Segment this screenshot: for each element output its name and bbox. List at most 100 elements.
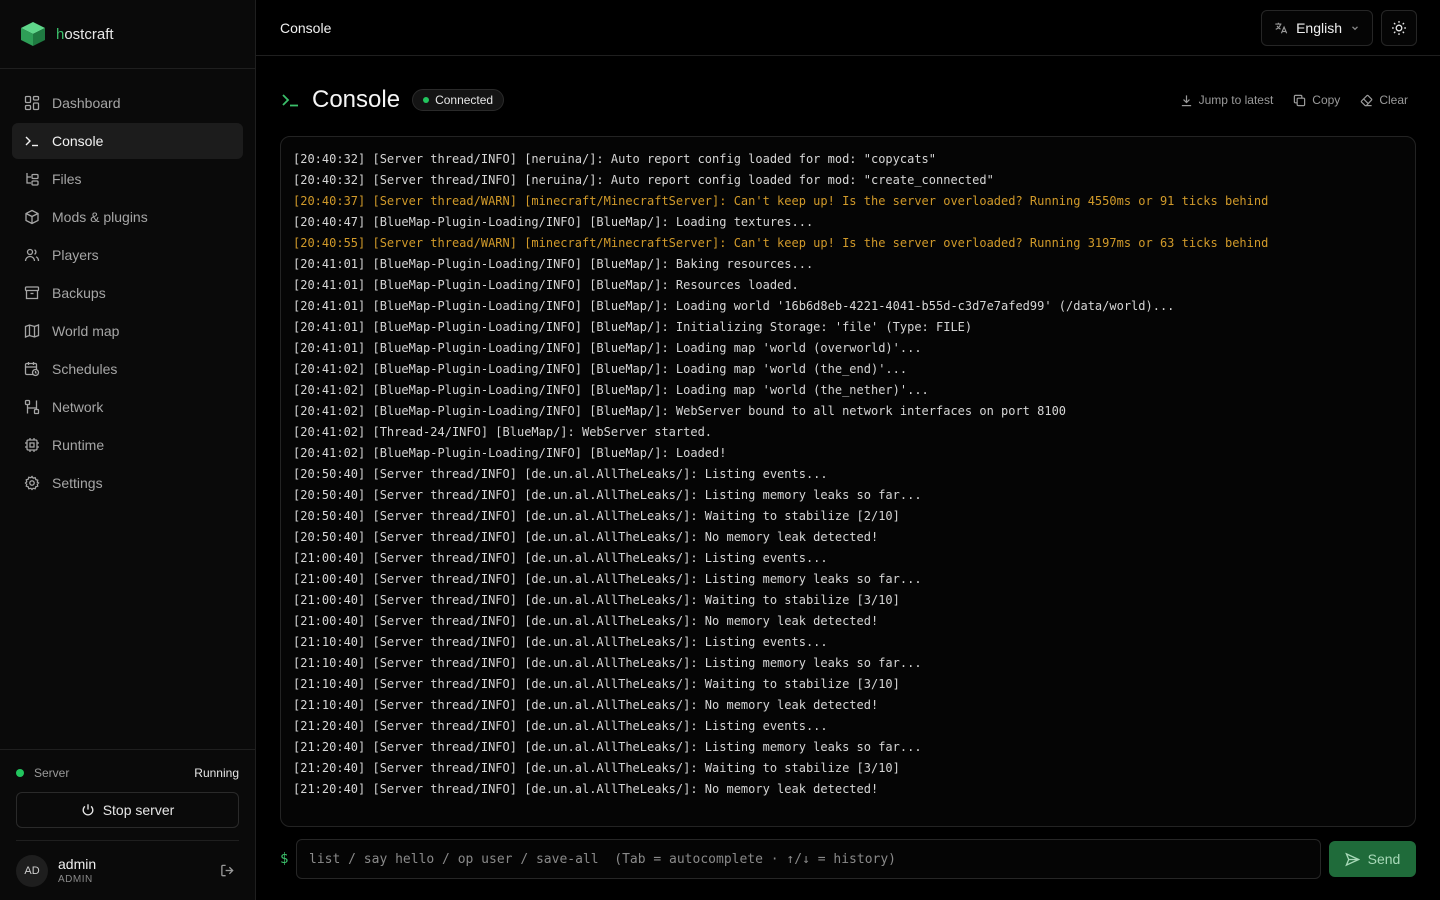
sidebar-item-label: Files [52,171,82,187]
sidebar-item-label: World map [52,323,120,339]
copy-button[interactable]: Copy [1293,93,1340,107]
sidebar-item-players[interactable]: Players [12,237,243,273]
breadcrumb: Console [280,19,332,36]
copy-icon [1294,94,1306,106]
sidebar-nav: Dashboard Console Files Mods & plugins P… [0,69,255,749]
main-area: Console English Console Connected Jump t… [256,0,1440,900]
package-icon [25,209,39,225]
map-icon [24,324,40,338]
stop-server-button[interactable]: Stop server [16,792,239,828]
eraser-icon [1361,94,1373,106]
console-log[interactable]: [20:40:32] [Server thread/INFO] [neruina… [280,136,1416,827]
terminal-icon [25,136,38,147]
log-line: [20:50:40] [Server thread/INFO] [de.un.a… [293,488,922,502]
sidebar-item-label: Backups [52,285,106,301]
user-name: admin [58,856,97,872]
log-line: [21:20:40] [Server thread/INFO] [de.un.a… [293,740,922,754]
log-line: [20:50:40] [Server thread/INFO] [de.un.a… [293,467,828,481]
archive-icon [24,286,40,300]
log-line: [20:50:40] [Server thread/INFO] [de.un.a… [293,530,879,544]
log-line: [20:50:40] [Server thread/INFO] [de.un.a… [293,509,900,523]
command-input[interactable] [296,839,1321,879]
log-line: [20:41:01] [BlueMap-Plugin-Loading/INFO]… [293,278,799,292]
sidebar-item-files[interactable]: Files [12,161,243,197]
status-badge: Connected [412,89,505,111]
calendar-clock-icon [24,362,40,377]
logout-button[interactable] [215,859,239,883]
sidebar-item-label: Mods & plugins [52,209,148,225]
log-line: [20:41:01] [BlueMap-Plugin-Loading/INFO]… [293,320,973,334]
sidebar-item-label: Schedules [52,361,118,377]
sidebar-footer: Server Running Stop server AD admin ADMI… [0,749,255,900]
log-line: [21:20:40] [Server thread/INFO] [de.un.a… [293,719,828,733]
log-line: [20:40:32] [Server thread/INFO] [neruina… [293,152,936,166]
users-icon [24,248,40,262]
log-line: [20:40:47] [BlueMap-Plugin-Loading/INFO]… [293,215,814,229]
log-line: [20:41:01] [BlueMap-Plugin-Loading/INFO]… [293,299,1175,313]
language-label: English [1296,19,1342,36]
sidebar-item-label: Settings [52,475,103,491]
status-dot [16,769,24,777]
app-root: hostcraft Dashboard Console Files Mods &… [0,0,1440,900]
sidebar-item-schedules[interactable]: Schedules [12,351,243,387]
log-line: [21:00:40] [Server thread/INFO] [de.un.a… [293,593,900,607]
brand-name: hostcraft [56,25,114,43]
sidebar-item-label: Network [52,399,104,415]
log-line: [20:41:02] [BlueMap-Plugin-Loading/INFO]… [293,383,929,397]
log-line: [21:00:40] [Server thread/INFO] [de.un.a… [293,551,828,565]
log-line: [20:41:02] [BlueMap-Plugin-Loading/INFO]… [293,446,727,460]
sidebar-item-console[interactable]: Console [12,123,243,159]
power-icon [82,804,94,816]
user-role: ADMIN [58,874,93,885]
log-line: [21:20:40] [Server thread/INFO] [de.un.a… [293,782,879,796]
log-line: [20:41:02] [BlueMap-Plugin-Loading/INFO]… [293,404,1067,418]
theme-toggle-button[interactable] [1381,9,1417,46]
log-line: [20:41:02] [BlueMap-Plugin-Loading/INFO]… [293,362,908,376]
avatar[interactable]: AD [16,854,48,887]
send-icon [1344,852,1360,866]
log-line: [21:10:40] [Server thread/INFO] [de.un.a… [293,677,900,691]
server-status-row: Server Running [16,766,239,780]
dashboard-icon [24,95,40,111]
terminal-icon [282,94,298,107]
jump-to-latest-button[interactable]: Jump to latest [1180,93,1273,107]
page-title: Console [312,86,401,113]
sidebar-item-mods[interactable]: Mods & plugins [12,199,243,235]
sun-icon [1392,20,1406,35]
cube-logo-icon [21,22,45,46]
language-select[interactable]: English [1261,9,1373,46]
clear-button[interactable]: Clear [1360,93,1408,107]
sidebar-item-dashboard[interactable]: Dashboard [12,85,243,121]
log-line: [21:20:40] [Server thread/INFO] [de.un.a… [293,761,900,775]
sidebar-item-network[interactable]: Network [12,389,243,425]
log-line: [20:40:55] [Server thread/WARN] [minecra… [293,236,1269,250]
prompt-symbol: $ [280,851,289,867]
sidebar-item-label: Console [52,133,104,149]
log-line: [21:10:40] [Server thread/INFO] [de.un.a… [293,635,828,649]
log-line: [20:41:01] [BlueMap-Plugin-Loading/INFO]… [293,257,814,271]
network-icon [24,399,40,415]
send-button[interactable]: Send [1329,841,1416,877]
sidebar-item-label: Dashboard [52,95,121,111]
brand[interactable]: hostcraft [0,0,255,69]
log-line: [20:40:37] [Server thread/WARN] [minecra… [293,194,1269,208]
log-line: [21:00:40] [Server thread/INFO] [de.un.a… [293,572,922,586]
cpu-icon [25,438,39,452]
folder-tree-icon [26,173,39,186]
sidebar-item-runtime[interactable]: Runtime [12,427,243,463]
log-line: [21:00:40] [Server thread/INFO] [de.un.a… [293,614,879,628]
download-arrow-icon [1181,94,1191,106]
translate-icon [1275,22,1288,33]
sidebar-item-label: Runtime [52,437,105,453]
log-line: [21:10:40] [Server thread/INFO] [de.un.a… [293,698,879,712]
sidebar-item-world-map[interactable]: World map [12,313,243,349]
sidebar-item-label: Players [52,247,99,263]
sidebar-item-settings[interactable]: Settings [12,465,243,501]
log-line: [20:41:02] [Thread-24/INFO] [BlueMap/]: … [293,425,713,439]
server-label: Server [34,766,70,780]
log-line: [20:41:01] [BlueMap-Plugin-Loading/INFO]… [293,341,922,355]
gear-icon [24,475,40,491]
sidebar-item-backups[interactable]: Backups [12,275,243,311]
user-row: AD admin ADMIN [16,840,239,900]
server-status: Running [194,766,239,780]
